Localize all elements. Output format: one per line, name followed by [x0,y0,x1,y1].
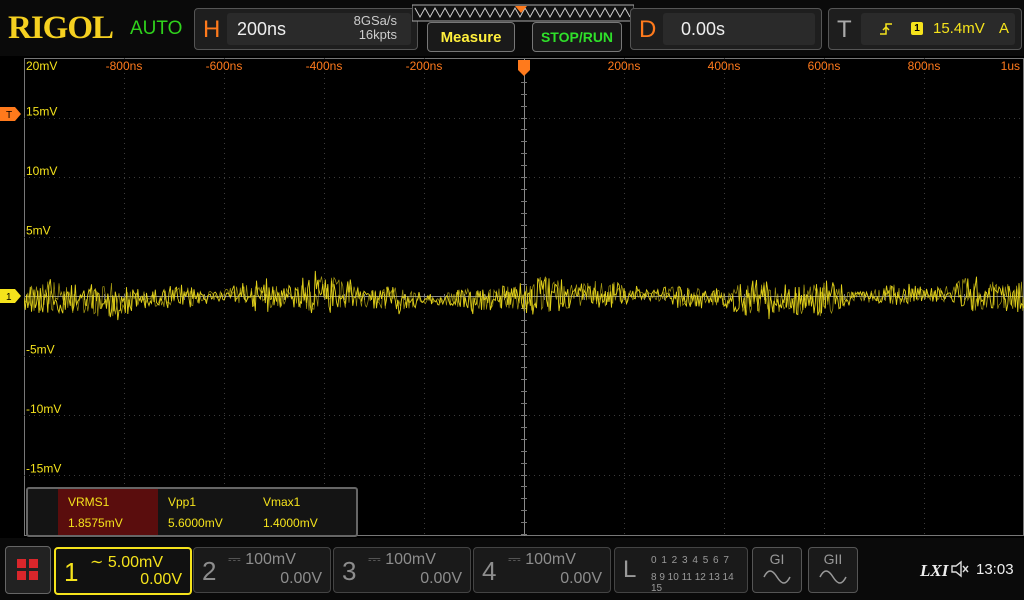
trigger-readout: 1 15.4mV A [861,13,1015,45]
mute-icon[interactable] [950,560,970,578]
channel-2-panel[interactable]: 2 ⎓ 100mV 0.00V [193,547,331,593]
channel-number: 1 [64,557,79,587]
channel-number: 3 [342,556,357,586]
voltage-axis-label: 5mV [26,224,51,238]
measurement-value: 1.4000mV [263,516,318,530]
time-reference-marker[interactable] [518,60,530,76]
measurement-name: Vpp1 [168,495,197,509]
channel-4-panel[interactable]: 4 ⎓ 100mV 0.00V [473,547,611,593]
sine-wave-icon [819,570,847,584]
measure-button[interactable]: Measure [427,22,515,52]
system-clock: 13:03 [976,561,1014,578]
dc-coupling-icon: ⎓ [228,551,246,568]
time-axis-label: -400ns [306,59,343,73]
dc-coupling-icon: ⎓ [368,551,386,568]
trigger-level-marker[interactable]: T [0,107,22,121]
measurement-panel: VRMS1 1.8575mV Vpp1 5.6000mV Vmax1 1.400… [26,487,358,537]
brand-logo: RIGOL [8,10,114,46]
measurement-name: VRMS1 [68,495,110,509]
channel-1-offset-marker-label: 1 [6,292,12,303]
channel-offset: 0.00V [140,571,182,588]
logic-letter: L [623,556,637,583]
voltage-axis-label: -15mV [26,462,61,476]
horizontal-panel[interactable]: H 200ns 8GSa/s 16kpts [194,8,418,50]
time-axis-label: 200ns [608,59,641,73]
menu-grid-icon [17,559,38,580]
channel-scale: ⎓ 100mV [368,551,436,568]
lxi-logo: LXI [920,561,949,580]
measurement-name: Vmax1 [263,495,301,509]
measurement-vmax[interactable]: Vmax1 1.4000mV [253,489,347,535]
channel-offset: 0.00V [420,570,462,587]
memory-depth: 16kpts [358,27,397,42]
channel-offset: 0.00V [560,570,602,587]
time-axis-label: 1us [1001,59,1020,73]
channel-scale: ⎓ 100mV [508,551,576,568]
time-axis-label: 400ns [708,59,741,73]
waveform-display[interactable]: -800ns -600ns -400ns -200ns 200ns 400ns 600ns 8… [24,58,1024,536]
generator-1-button[interactable]: GI [752,547,802,593]
delay-letter: D [639,16,657,43]
time-axis-label: 800ns [908,59,941,73]
measurement-vpp[interactable]: Vpp1 5.6000mV [158,489,252,535]
trigger-mode: A [999,20,1010,37]
voltage-axis-label: 10mV [26,164,57,178]
sample-rate: 8GSa/s [353,13,397,28]
ac-coupling-icon: ∼ [90,554,108,571]
channel-number: 2 [202,556,217,586]
stop-run-button[interactable]: STOP/RUN [532,22,622,52]
time-axis-label: -200ns [406,59,443,73]
channel-offset: 0.00V [280,570,322,587]
channel-scale: ⎓ 100mV [228,551,296,568]
trigger-level: 15.4mV [933,20,985,37]
channel-3-panel[interactable]: 3 ⎓ 100mV 0.00V [333,547,471,593]
horizontal-readout: 200ns 8GSa/s 16kpts [227,13,411,45]
measurement-vrms[interactable]: VRMS1 1.8575mV [58,489,158,535]
generator-label: GI [769,551,785,567]
trigger-level-marker-label: T [6,110,12,121]
voltage-axis-label: 20mV [26,59,57,73]
time-axis-label: -600ns [206,59,243,73]
trigger-position-bar [412,4,634,22]
horizontal-letter: H [203,16,221,43]
trigger-source-badge: 1 [911,22,923,35]
channel-scale: ∼ 5.00mV [90,554,163,571]
logic-channels-row2: 8 9 10 11 12 13 14 15 [651,572,734,594]
voltage-axis-label: -5mV [26,343,55,357]
trigger-status: AUTO [130,18,183,39]
delay-panel[interactable]: D 0.00s [630,8,822,50]
voltage-axis-label: 15mV [26,105,57,119]
delay-value: 0.00s [681,19,726,39]
logic-channels-row1: 0 1 2 3 4 5 6 7 [651,555,730,566]
time-axis-label: -800ns [106,59,143,73]
main-menu-button[interactable] [5,546,51,594]
measurement-value: 1.8575mV [68,516,123,530]
channel-number: 4 [482,556,497,586]
measurement-value: 5.6000mV [168,516,223,530]
rising-edge-icon [880,23,892,35]
sine-wave-icon [763,570,791,584]
voltage-axis-label: -10mV [26,402,61,416]
time-axis-label: 600ns [808,59,841,73]
acquisition-info: 8GSa/s 16kpts [354,14,397,42]
trigger-panel[interactable]: T 1 15.4mV A [828,8,1022,50]
dc-coupling-icon: ⎓ [508,551,526,568]
trigger-letter: T [837,16,852,43]
delay-readout: 0.00s [663,13,815,45]
channel-1-panel[interactable]: 1 ∼ 5.00mV 0.00V [54,547,192,595]
generator-label: GII [823,551,843,567]
generator-2-button[interactable]: GII [808,547,858,593]
logic-analyzer-panel[interactable]: L 0 1 2 3 4 5 6 7 8 9 10 11 12 13 14 15 [614,547,748,594]
timebase-value: 200ns [237,19,287,39]
channel-1-offset-marker[interactable]: 1 [0,289,22,303]
